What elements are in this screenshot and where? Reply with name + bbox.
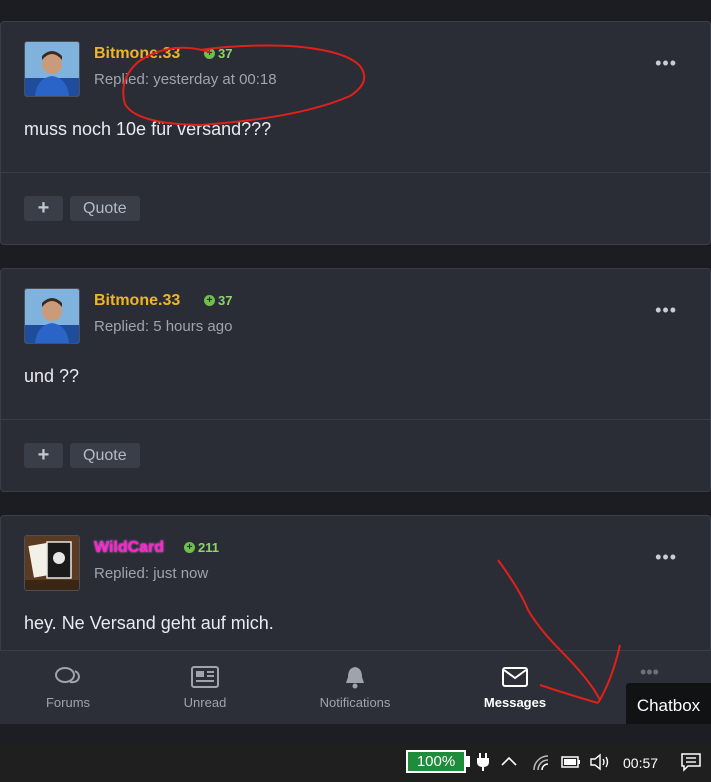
bottom-navigation: Forums Unread Notifications Messages ••• — [0, 650, 711, 725]
post: Bitmone.33 + 37 Replied: 5 hours ago •••… — [0, 268, 711, 492]
post-timestamp: Replied: just now — [94, 565, 209, 582]
nav-notifications-label: Notifications — [319, 695, 391, 710]
multiquote-button[interactable]: + — [24, 196, 63, 221]
plus-circle-icon: + — [184, 542, 195, 553]
nav-messages[interactable]: Messages — [450, 665, 580, 710]
post-options-icon[interactable]: ••• — [655, 547, 677, 568]
quote-button[interactable]: Quote — [70, 196, 140, 221]
post-feed: Bitmone.33 + 37 Replied: yesterday at 00… — [0, 0, 711, 743]
nav-unread-label: Unread — [183, 695, 227, 710]
author-name[interactable]: Bitmone.33 — [94, 292, 180, 310]
quote-button[interactable]: Quote — [70, 443, 140, 468]
nav-notifications[interactable]: Notifications — [290, 665, 420, 710]
multiquote-button[interactable]: + — [24, 443, 63, 468]
reputation-badge: + 211 — [184, 540, 219, 555]
author-name[interactable]: Bitmone.33 — [94, 45, 180, 63]
speaker-icon[interactable] — [589, 752, 611, 772]
nav-unread[interactable]: Unread — [140, 665, 270, 710]
post-timestamp: Replied: 5 hours ago — [94, 318, 233, 335]
reputation-count: 37 — [218, 293, 233, 308]
post-timestamp: Replied: yesterday at 00:18 — [94, 71, 277, 88]
author-avatar[interactable] — [24, 535, 80, 591]
chevron-up-icon[interactable] — [500, 755, 518, 767]
forums-icon — [55, 667, 81, 684]
author-name[interactable]: WildCard — [94, 539, 164, 557]
post-content: und ?? — [24, 366, 80, 386]
power-plug-icon[interactable] — [476, 752, 490, 772]
post-content: hey. Ne Versand geht auf mich. — [24, 613, 274, 633]
system-clock[interactable]: 00:57 — [623, 755, 658, 771]
post-options-icon[interactable]: ••• — [655, 53, 677, 74]
post-options-icon[interactable]: ••• — [655, 300, 677, 321]
author-avatar[interactable] — [24, 41, 80, 97]
reputation-badge: + 37 — [204, 293, 232, 308]
reputation-count: 37 — [218, 46, 233, 61]
newspaper-icon — [191, 666, 219, 688]
envelope-icon — [502, 667, 528, 687]
plus-circle-icon: + — [204, 295, 215, 306]
reputation-badge: + 37 — [204, 46, 232, 61]
divider — [1, 419, 710, 420]
nav-more-icon[interactable]: ••• — [640, 662, 659, 683]
post-actions: + Quote — [24, 443, 140, 468]
reputation-count: 211 — [198, 540, 219, 555]
bell-icon — [346, 667, 364, 689]
page-gap — [0, 724, 711, 743]
battery-nub — [466, 756, 470, 767]
author-avatar[interactable] — [24, 288, 80, 344]
plus-circle-icon: + — [204, 48, 215, 59]
nav-forums-label: Forums — [45, 695, 91, 710]
nav-messages-label: Messages — [483, 695, 547, 710]
divider — [1, 172, 710, 173]
battery-indicator[interactable]: 100% — [406, 750, 466, 773]
post-content: muss noch 10e für versand??? — [24, 119, 272, 139]
chatbox-button[interactable]: Chatbox — [626, 683, 711, 724]
battery-icon[interactable] — [560, 752, 582, 772]
system-taskbar: 100% 00:57 — [0, 743, 711, 782]
post: Bitmone.33 + 37 Replied: yesterday at 00… — [0, 21, 711, 245]
nav-forums[interactable]: Forums — [3, 665, 133, 710]
post-actions: + Quote — [24, 196, 140, 221]
wifi-icon[interactable] — [532, 752, 550, 772]
notification-center-icon[interactable] — [680, 752, 702, 772]
